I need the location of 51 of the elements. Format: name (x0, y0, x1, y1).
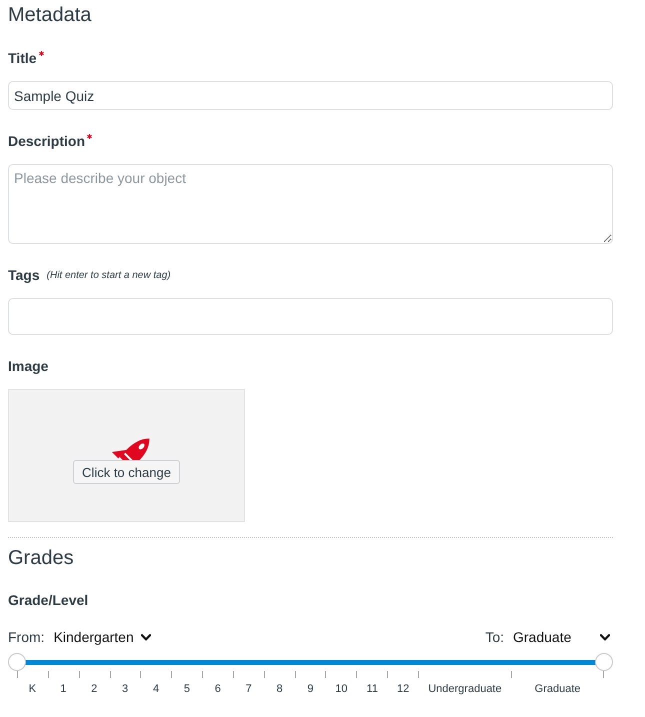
text-area[interactable]: Please describe your object (8, 164, 613, 244)
scale-tick (140, 671, 142, 678)
field-label: Title (8, 49, 37, 68)
scale-label: Graduate (534, 682, 581, 696)
tags-input[interactable] (8, 298, 613, 335)
scale-tick (78, 671, 80, 678)
field-hint: (Hit enter to start a new tag) (46, 269, 171, 283)
scale-label: 11 (366, 682, 378, 696)
grade-select[interactable]: Kindergarten (54, 627, 154, 647)
scale-tick (48, 671, 49, 678)
scale-label: 12 (397, 682, 410, 696)
section-heading: Metadata (8, 3, 92, 27)
scale-label: 2 (91, 682, 98, 696)
slider-handle[interactable] (595, 653, 613, 671)
scale-label: 3 (122, 682, 128, 696)
scale-tick (603, 671, 604, 678)
scale-tick (171, 671, 172, 678)
change-image-button[interactable]: Click to change (73, 460, 180, 484)
scale-tick (264, 671, 265, 678)
scale-label: K (28, 682, 36, 696)
scale-label: 9 (307, 682, 314, 696)
scale-tick (110, 671, 111, 678)
scale-tick (232, 671, 234, 678)
scale-tick (387, 671, 388, 678)
scale-label: 4 (152, 682, 160, 696)
section-heading: Grades (8, 546, 74, 570)
scale-tick (510, 671, 512, 678)
select-label: From: (8, 628, 45, 647)
scale-tick (17, 671, 18, 678)
scale-label: Undergraduate (428, 682, 502, 696)
field-label: Image (8, 357, 48, 376)
scale-tick (202, 671, 204, 678)
scale-label: 6 (214, 682, 221, 696)
chevron-down-icon (140, 634, 151, 640)
field-label: Description (8, 132, 86, 151)
chevron-down-icon (600, 634, 610, 640)
scale-tick (325, 671, 326, 678)
grade-select[interactable]: Graduate (513, 627, 613, 647)
scale-label: 7 (246, 682, 252, 696)
scale-tick (294, 671, 296, 678)
select-label: To: (485, 628, 504, 647)
scale-tick (418, 671, 419, 678)
scale-label: 10 (335, 682, 348, 696)
scale-tick (356, 671, 358, 678)
field-label: Tags (8, 266, 40, 285)
field-label: Grade/Level (8, 591, 88, 610)
text-input[interactable]: Sample Quiz (8, 81, 613, 110)
scale-label: 8 (276, 682, 283, 696)
scale-label: 5 (184, 682, 190, 696)
slider-handle[interactable] (8, 653, 26, 671)
scale-label: 1 (60, 682, 66, 696)
